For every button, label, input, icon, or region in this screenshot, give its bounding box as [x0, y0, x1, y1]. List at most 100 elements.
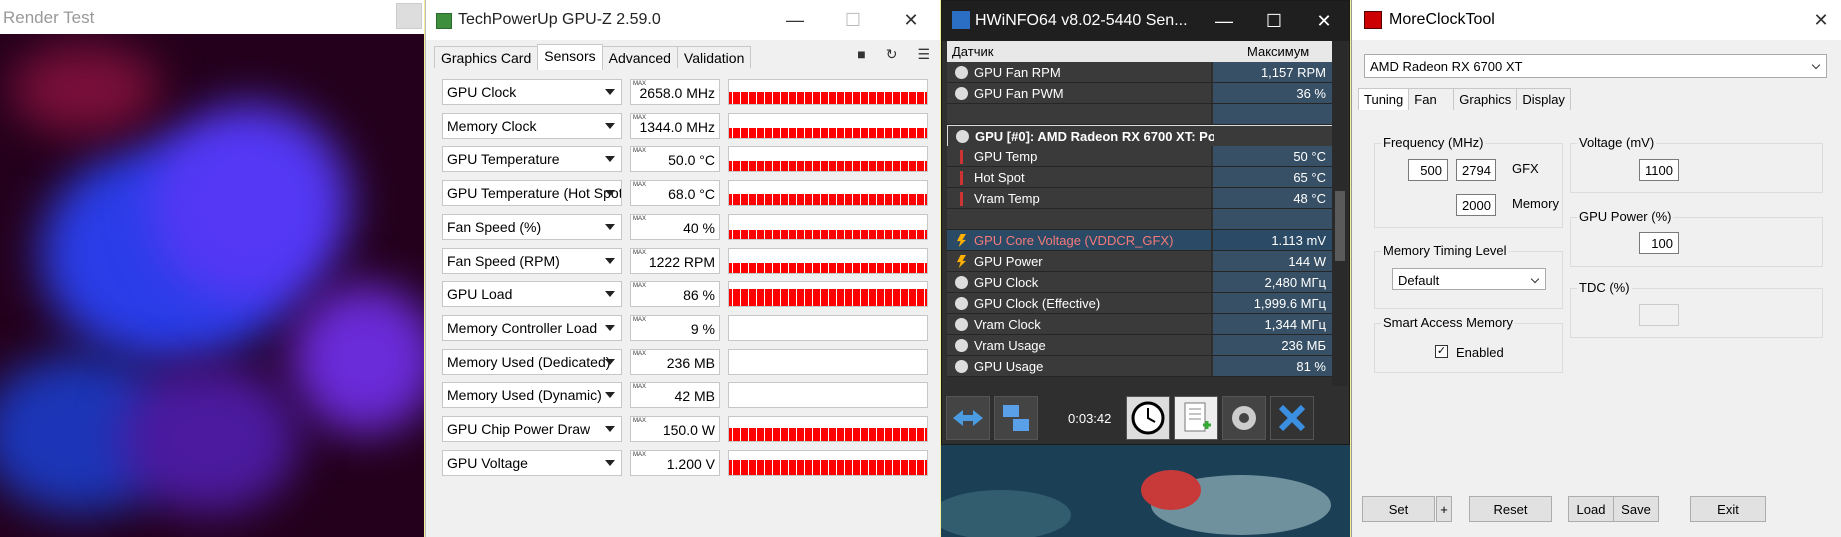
freq-min-input[interactable]: 500	[1408, 159, 1448, 181]
sensor-row[interactable]: Vram Usage 236 МБ	[947, 335, 1332, 356]
gauge-icon	[955, 297, 968, 310]
refresh-icon[interactable]: ↻	[886, 46, 898, 63]
chevron-down-icon	[605, 358, 615, 365]
sensor-row[interactable]: Vram Temp 48 °C	[947, 188, 1332, 209]
sensor-name: Vram Temp	[947, 188, 1211, 208]
sensor-row[interactable]: GPU Clock (Effective) 1,999.6 МГц	[947, 293, 1332, 314]
sensor-max-value	[1213, 209, 1332, 229]
sensor-select[interactable]: GPU Voltage	[442, 449, 622, 476]
gpu-select[interactable]: AMD Radeon RX 6700 XT	[1364, 54, 1827, 78]
network-icon[interactable]	[994, 396, 1038, 440]
chevron-down-icon	[605, 459, 615, 466]
sensor-row[interactable]: GPU Temp 50 °C	[947, 146, 1332, 167]
sensor-row[interactable]: GPU Power 144 W	[947, 251, 1332, 272]
report-icon[interactable]	[1174, 396, 1218, 440]
voltage-input[interactable]: 1100	[1639, 159, 1679, 181]
memory-timing-select[interactable]: Default	[1392, 268, 1546, 290]
sensor-value: MAX 9 %	[630, 314, 720, 341]
minimize-button[interactable]: —	[1199, 1, 1249, 41]
hwinfo-titlebar[interactable]: HWiNFO64 v8.02-5440 Sen... — ☐ ✕	[942, 1, 1349, 41]
sam-label: Smart Access Memory	[1381, 315, 1516, 330]
sensor-select[interactable]: GPU Temperature	[442, 146, 622, 173]
plus-button[interactable]: +	[1436, 496, 1452, 522]
gpu-power-input[interactable]: 100	[1639, 232, 1679, 254]
sensor-select[interactable]: Fan Speed (%)	[442, 213, 622, 240]
clock-icon[interactable]	[1126, 396, 1170, 440]
sensor-row[interactable]: GPU Usage 81 %	[947, 356, 1332, 377]
tab-fan[interactable]: Fan	[1408, 88, 1455, 110]
sensor-select[interactable]: Fan Speed (RPM)	[442, 247, 622, 274]
sensor-select[interactable]: Memory Clock	[442, 112, 622, 139]
exit-button[interactable]: Exit	[1690, 496, 1766, 522]
sensor-select[interactable]: Memory Controller Load	[442, 314, 622, 341]
render-test-window: Render Test	[0, 0, 424, 537]
close-button[interactable]: ✕	[1801, 0, 1841, 40]
sensor-row[interactable]: Vram Clock 1,344 МГц	[947, 314, 1332, 335]
mct-titlebar[interactable]: MoreClockTool ✕	[1352, 0, 1841, 40]
sensor-select[interactable]: Memory Used (Dedicated)	[442, 348, 622, 375]
scrollbar-thumb[interactable]	[1335, 191, 1345, 261]
tab-advanced[interactable]: Advanced	[601, 46, 678, 68]
load-button[interactable]: Load	[1568, 496, 1614, 522]
sensor-select[interactable]: GPU Load	[442, 281, 622, 308]
tab-sensors[interactable]: Sensors	[537, 44, 603, 70]
tab-tuning[interactable]: Tuning	[1358, 88, 1410, 110]
sensor-row[interactable]: Hot Spot 65 °C	[947, 167, 1332, 188]
bolt-icon	[957, 255, 966, 268]
voltage-group: Voltage (mV)	[1570, 135, 1823, 193]
set-button[interactable]: Set	[1362, 496, 1435, 522]
chevron-down-icon	[1530, 274, 1540, 284]
minimize-button[interactable]: —	[766, 0, 824, 40]
sensor-select[interactable]: Memory Used (Dynamic)	[442, 382, 622, 409]
settings-gear-icon[interactable]	[1222, 396, 1266, 440]
chevron-down-icon	[605, 257, 615, 264]
close-x-icon[interactable]	[1270, 396, 1314, 440]
sensor-row: Fan Speed (RPM) MAX 1222 RPM	[442, 247, 932, 276]
tab-graphics-card[interactable]: Graphics Card	[434, 46, 539, 68]
sensor-value: MAX 40 %	[630, 213, 720, 240]
sam-checkbox[interactable]: ✓	[1435, 345, 1448, 358]
sensor-value-text: 1344.0 MHz	[639, 118, 715, 135]
close-button[interactable]: ✕	[1299, 1, 1349, 41]
camera-icon[interactable]: ■	[857, 46, 865, 63]
freq-max-input[interactable]: 2794	[1456, 159, 1496, 181]
mct-logo-icon	[1364, 11, 1382, 29]
sensor-row-spacer[interactable]	[947, 104, 1332, 125]
maximize-button[interactable]: ☐	[824, 0, 882, 40]
sensor-name: GPU Load	[447, 286, 513, 303]
render-test-titlebar[interactable]: Render Test	[0, 0, 424, 34]
close-button[interactable]: ✕	[882, 0, 940, 40]
arrows-icon[interactable]	[946, 396, 990, 440]
sensor-select[interactable]: GPU Clock	[442, 79, 622, 105]
save-button[interactable]: Save	[1613, 496, 1659, 522]
sensor-row[interactable]: GPU Clock 2,480 МГц	[947, 272, 1332, 293]
sensor-name: GPU Temperature	[447, 151, 560, 168]
maximize-button[interactable]	[396, 3, 422, 29]
reset-button[interactable]: Reset	[1469, 496, 1552, 522]
chevron-down-icon	[605, 324, 615, 331]
sensor-select[interactable]: GPU Chip Power Draw	[442, 416, 622, 442]
max-badge: MAX	[633, 182, 647, 189]
tdc-input[interactable]	[1639, 304, 1679, 326]
sensor-row-spacer[interactable]	[947, 209, 1332, 230]
gauge-icon	[955, 276, 968, 289]
sensor-max-value	[1214, 126, 1333, 146]
column-max[interactable]: Максимум	[1247, 44, 1309, 59]
tab-validation[interactable]: Validation	[676, 46, 752, 68]
scrollbar[interactable]	[1332, 41, 1348, 386]
maximize-button[interactable]: ☐	[1249, 1, 1299, 41]
hwinfo-logo-icon	[952, 11, 970, 29]
tab-display[interactable]: Display	[1516, 88, 1571, 110]
gpuz-logo-icon	[436, 13, 452, 29]
tab-graphics[interactable]: Graphics	[1453, 88, 1518, 110]
menu-icon[interactable]: ☰	[917, 46, 930, 63]
sensor-row[interactable]: GPU Fan PWM 36 %	[947, 83, 1332, 104]
sensor-row[interactable]: GPU [#0]: AMD Radeon RX 6700 XT: PowerCo…	[947, 125, 1333, 146]
sensor-name: Vram Usage	[947, 335, 1211, 355]
column-sensor[interactable]: Датчик	[952, 44, 993, 59]
sensor-row[interactable]: GPU Core Voltage (VDDCR_GFX) 1.113 mV	[947, 230, 1332, 251]
memory-freq-input[interactable]: 2000	[1456, 194, 1496, 216]
sensor-row[interactable]: GPU Fan RPM 1,157 RPM	[947, 62, 1332, 83]
gpuz-titlebar[interactable]: TechPowerUp GPU-Z 2.59.0 — ☐ ✕	[426, 0, 940, 40]
sensor-select[interactable]: GPU Temperature (Hot Spot)	[442, 180, 622, 207]
